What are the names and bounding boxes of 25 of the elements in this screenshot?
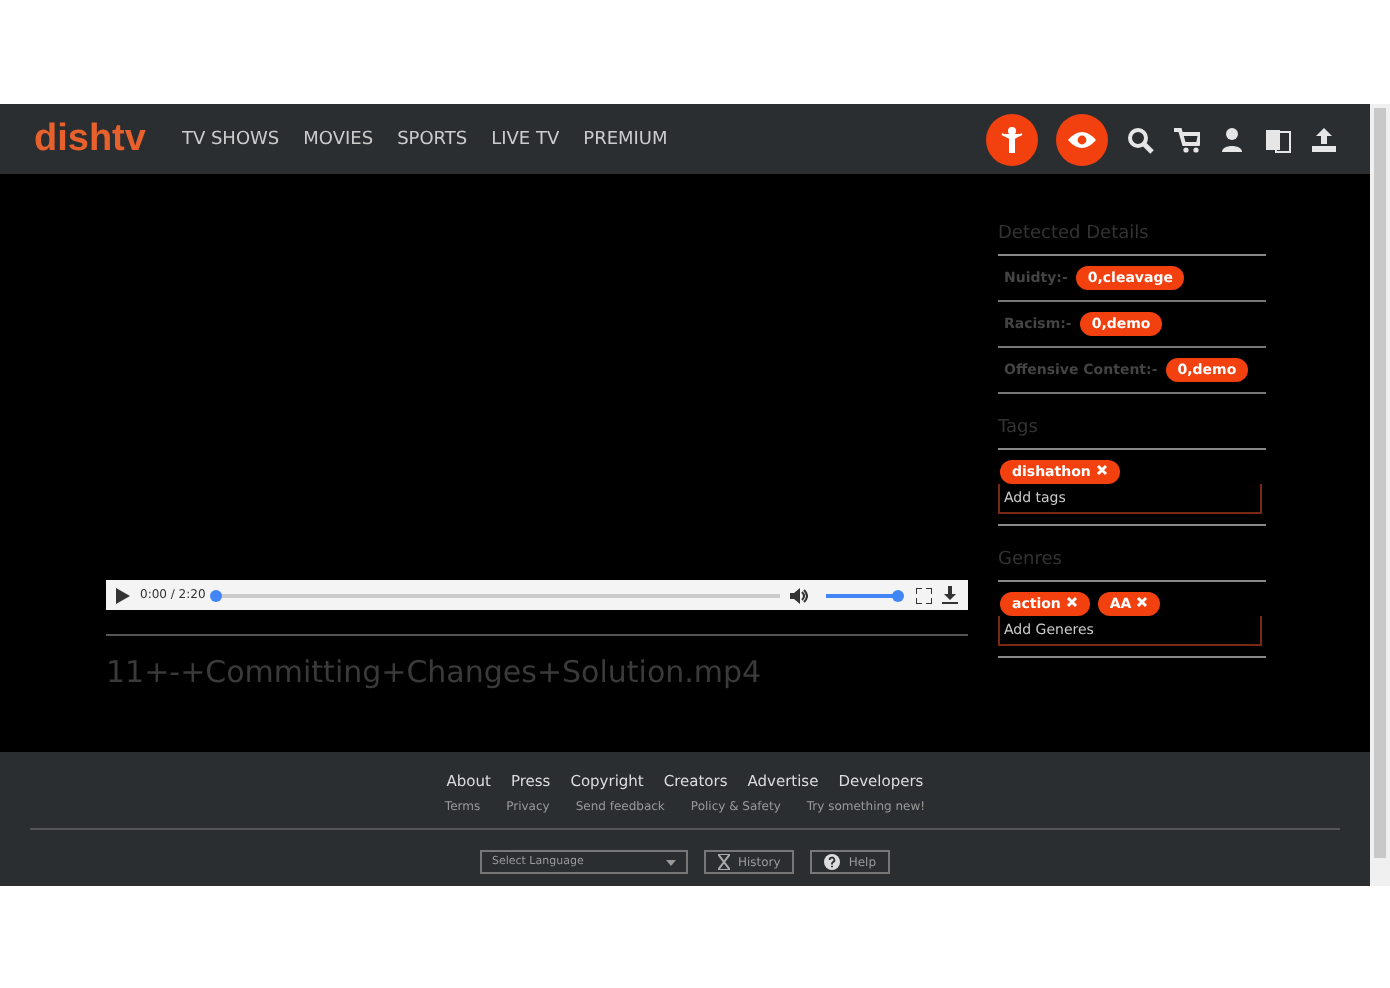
user-icon[interactable]	[1218, 125, 1246, 153]
upload-icon[interactable]	[1310, 125, 1338, 153]
eye-button[interactable]	[1056, 113, 1108, 165]
nav-link[interactable]: MOVIES	[303, 129, 374, 149]
search-icon[interactable]	[1126, 125, 1154, 153]
remove-icon[interactable]	[1065, 596, 1078, 608]
dropdown-caret-icon	[665, 859, 676, 865]
remove-icon[interactable]	[1095, 464, 1108, 476]
remove-icon[interactable]	[1136, 596, 1149, 608]
download-icon[interactable]	[942, 586, 958, 604]
fullscreen-icon[interactable]	[916, 587, 932, 603]
logo[interactable]: dishtv	[34, 117, 146, 161]
nav-link[interactable]: TV SHOWS	[181, 129, 280, 149]
nav-link[interactable]: LIVE TV	[491, 129, 560, 149]
video-title: 11+-+Committing+Changes+Solution.mp4	[106, 654, 764, 690]
cart-icon[interactable]	[1172, 125, 1200, 153]
play-icon[interactable]	[116, 587, 130, 603]
hourglass-icon	[717, 854, 730, 870]
nav-link[interactable]: PREMIUM	[583, 129, 668, 149]
person-icon	[1000, 125, 1024, 153]
nav-link[interactable]: SPORTS	[397, 129, 468, 149]
kid-mode-button[interactable]	[986, 113, 1038, 165]
help-icon	[824, 854, 841, 870]
eye-icon	[1066, 129, 1098, 149]
volume-icon[interactable]	[790, 587, 808, 603]
